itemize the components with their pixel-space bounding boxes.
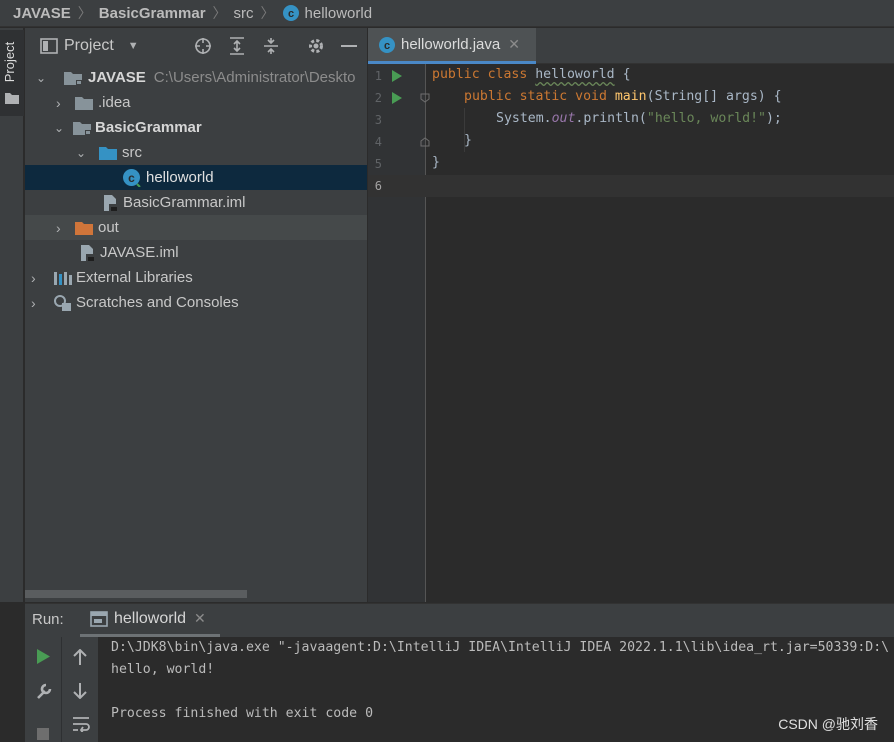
library-icon bbox=[54, 271, 72, 285]
line-number: 1 bbox=[374, 69, 382, 83]
line-number: 2 bbox=[374, 91, 382, 105]
chevron-down-icon[interactable]: ⌄ bbox=[54, 121, 70, 135]
run-label: Run: bbox=[32, 611, 64, 628]
console-line-output: hello, world! bbox=[111, 662, 215, 677]
run-gutter-icon[interactable] bbox=[392, 92, 402, 104]
tree-item-javase[interactable]: ⌄ JAVASE C:\Users\Administrator\Deskto bbox=[25, 65, 367, 90]
editor-tab-label: helloworld.java bbox=[401, 36, 501, 53]
arrow-down-icon[interactable] bbox=[73, 683, 87, 699]
tree-item-src[interactable]: ⌄ src bbox=[25, 140, 367, 165]
tree-item-basicgrammar-iml[interactable]: BasicGrammar.iml bbox=[25, 190, 367, 215]
run-gutter-icon[interactable] bbox=[392, 70, 402, 82]
line-number: 5 bbox=[374, 157, 382, 171]
module-folder-icon bbox=[73, 121, 91, 135]
code-line-2: public static void main(String[] args) { bbox=[464, 89, 782, 104]
chevron-down-icon[interactable]: ▼ bbox=[128, 40, 139, 52]
run-tab-label: helloworld bbox=[114, 609, 187, 627]
breadcrumb-item-javase[interactable]: JAVASE bbox=[13, 5, 71, 22]
run-tab-helloworld[interactable]: helloworld ✕ bbox=[80, 603, 220, 637]
project-panel-header: Project ▼ bbox=[25, 28, 367, 64]
scratches-icon bbox=[54, 294, 71, 311]
tree-item-scratches[interactable]: › Scratches and Consoles bbox=[25, 290, 367, 315]
breadcrumb-item-helloworld[interactable]: c helloworld bbox=[282, 4, 373, 22]
project-view-title[interactable]: Project bbox=[64, 37, 114, 55]
code-line-4: } bbox=[464, 133, 472, 148]
fold-end-icon[interactable] bbox=[420, 137, 430, 147]
tree-item-basicgrammar[interactable]: ⌄ BasicGrammar bbox=[25, 115, 367, 140]
console-icon bbox=[90, 610, 108, 627]
code-area[interactable] bbox=[427, 64, 894, 602]
tree-item-out[interactable]: › out bbox=[25, 215, 367, 240]
rerun-icon[interactable] bbox=[37, 649, 50, 664]
chevron-right-icon: 〉 bbox=[77, 5, 92, 21]
gear-icon[interactable] bbox=[306, 36, 326, 56]
chevron-right-icon: 〉 bbox=[212, 5, 227, 21]
soft-wrap-icon[interactable] bbox=[72, 716, 90, 732]
svg-text:c: c bbox=[128, 171, 135, 185]
arrow-up-icon[interactable] bbox=[73, 649, 87, 665]
chevron-right-icon[interactable]: › bbox=[56, 95, 72, 111]
fold-icon[interactable] bbox=[420, 93, 430, 103]
code-line-1: public class helloworld { bbox=[432, 67, 631, 82]
collapse-all-icon[interactable] bbox=[261, 36, 281, 56]
tree-item-helloworld[interactable]: c helloworld bbox=[25, 165, 367, 190]
breadcrumb-item-basicgrammar[interactable]: BasicGrammar bbox=[99, 5, 206, 22]
line-number: 3 bbox=[374, 113, 382, 127]
iml-file-icon bbox=[104, 194, 117, 211]
line-number: 4 bbox=[374, 135, 382, 149]
chevron-right-icon[interactable]: › bbox=[31, 295, 47, 311]
close-icon[interactable]: ✕ bbox=[508, 36, 520, 53]
console-line-exit: Process finished with exit code 0 bbox=[111, 706, 374, 721]
chevron-right-icon: 〉 bbox=[260, 5, 275, 21]
breadcrumb: JAVASE 〉 BasicGrammar 〉 src 〉 c hellowor… bbox=[0, 0, 894, 27]
tree-item-javase-iml[interactable]: JAVASE.iml bbox=[25, 240, 367, 265]
caret-row-highlight bbox=[368, 175, 894, 197]
breadcrumb-label: helloworld bbox=[304, 4, 373, 22]
java-class-icon: c bbox=[123, 169, 141, 187]
java-class-icon: c bbox=[379, 36, 395, 53]
excluded-folder-icon bbox=[75, 221, 93, 235]
java-class-icon: c bbox=[282, 5, 299, 21]
close-icon[interactable]: ✕ bbox=[194, 610, 206, 627]
module-folder-icon bbox=[64, 71, 82, 85]
stop-icon[interactable] bbox=[37, 728, 49, 740]
iml-file-icon bbox=[81, 244, 94, 261]
tree-item-external-libraries[interactable]: › External Libraries bbox=[25, 265, 367, 290]
chevron-right-icon[interactable]: › bbox=[31, 270, 47, 286]
code-line-5: } bbox=[432, 155, 440, 170]
chevron-down-icon[interactable]: ⌄ bbox=[36, 71, 52, 85]
source-folder-icon bbox=[99, 146, 117, 160]
chevron-down-icon[interactable]: ⌄ bbox=[76, 146, 92, 160]
breadcrumb-item-src[interactable]: src bbox=[234, 5, 254, 22]
watermark: CSDN @驰刘香 bbox=[778, 716, 878, 732]
chevron-right-icon[interactable]: › bbox=[56, 220, 72, 236]
expand-all-icon[interactable] bbox=[227, 36, 247, 56]
wrench-icon[interactable] bbox=[35, 682, 53, 700]
svg-text:c: c bbox=[384, 40, 390, 52]
project-strip-label: Project bbox=[2, 41, 17, 83]
tree-item-idea[interactable]: › .idea bbox=[25, 90, 367, 115]
console-line-command: D:\JDK8\bin\java.exe "-javaagent:D:\Inte… bbox=[111, 640, 890, 655]
toolbar-divider bbox=[61, 637, 62, 742]
hide-panel-icon[interactable] bbox=[339, 36, 359, 56]
folder-icon bbox=[5, 93, 19, 104]
locate-icon[interactable] bbox=[193, 36, 213, 56]
horizontal-scrollbar[interactable] bbox=[25, 590, 247, 598]
folder-icon bbox=[75, 96, 93, 110]
editor-tab-helloworld[interactable]: c helloworld.java ✕ bbox=[368, 28, 536, 64]
svg-text:c: c bbox=[287, 8, 293, 20]
line-number: 6 bbox=[374, 179, 382, 193]
project-view-icon bbox=[40, 38, 58, 54]
code-line-3: System.out.println("hello, world!"); bbox=[496, 111, 782, 126]
